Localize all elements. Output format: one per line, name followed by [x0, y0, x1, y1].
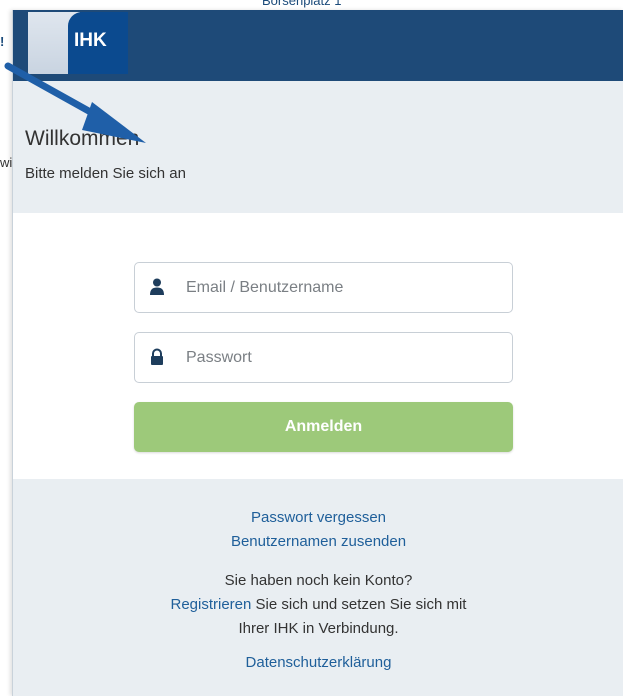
register-text: Sie sich und setzen Sie sich mit: [255, 596, 467, 613]
page-subtitle: Bitte melden Sie sich an: [25, 165, 186, 182]
user-icon: [150, 278, 164, 295]
login-panel: IHK Willkommen Bitte melden Sie sich an …: [12, 10, 623, 696]
welcome-section: Willkommen Bitte melden Sie sich an: [13, 81, 623, 213]
password-field[interactable]: [134, 332, 513, 383]
logo-text: IHK: [68, 12, 128, 74]
ihk-logo[interactable]: IHK: [28, 12, 140, 74]
login-form: Anmelden: [13, 213, 623, 479]
background-fragment: !: [0, 34, 5, 49]
background-address-text: Börsenplatz 1: [262, 0, 342, 8]
page-title: Willkommen: [25, 127, 140, 150]
header-bar: IHK: [13, 10, 623, 81]
no-account-text: Sie haben noch kein Konto?: [224, 572, 413, 589]
lock-icon: [151, 348, 163, 365]
login-button[interactable]: Anmelden: [134, 402, 513, 452]
privacy-link[interactable]: Datenschutzerklärung: [246, 654, 392, 671]
send-username-link[interactable]: Benutzernamen zusenden: [231, 533, 406, 550]
username-input[interactable]: [186, 276, 496, 300]
password-input[interactable]: [186, 346, 496, 370]
contact-text: Ihrer IHK in Verbindung.: [238, 620, 399, 637]
username-field[interactable]: [134, 262, 513, 313]
background-fragment: wi: [0, 155, 13, 170]
forgot-password-link[interactable]: Passwort vergessen: [251, 509, 386, 526]
help-links: Passwort vergessen Benutzernamen zusende…: [13, 479, 623, 696]
register-link[interactable]: Registrieren: [171, 596, 252, 613]
